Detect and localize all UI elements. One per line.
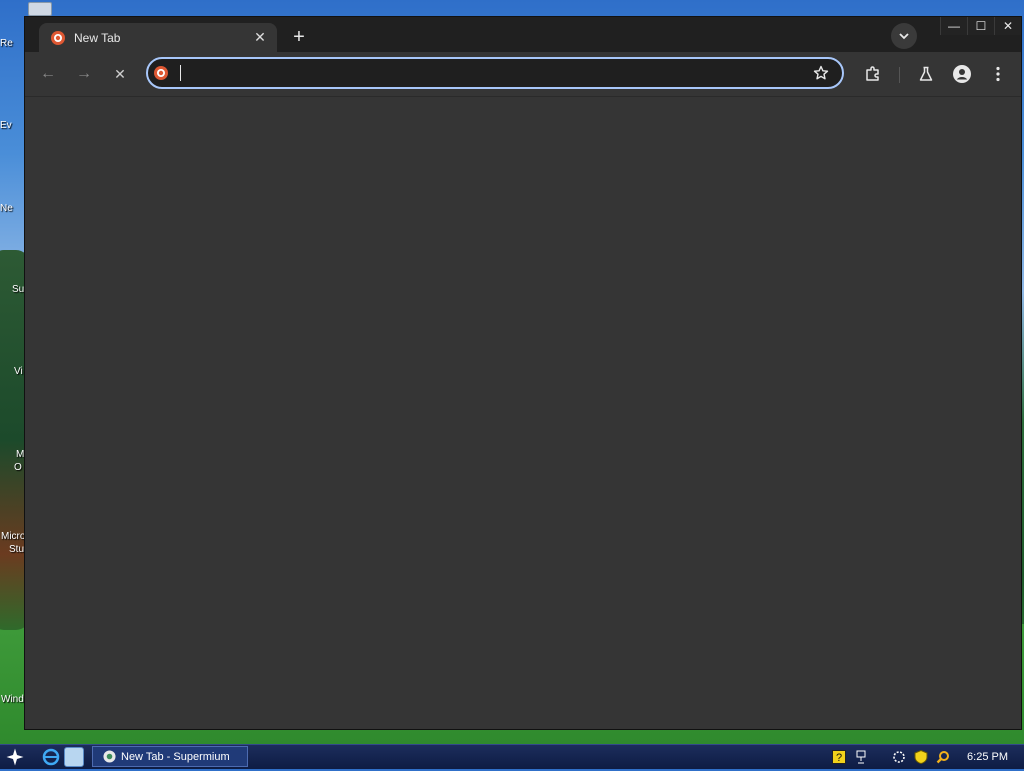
start-button[interactable] <box>0 745 30 769</box>
tab-search-button[interactable] <box>891 23 917 49</box>
tab-title: New Tab <box>74 30 121 45</box>
browser-window: New Tab ✕ + — ☐ ✕ ← → ✕ <box>24 16 1022 730</box>
svg-text:?: ? <box>836 752 842 764</box>
address-bar[interactable] <box>146 57 844 89</box>
security-shield-icon[interactable] <box>913 749 929 765</box>
network-icon[interactable] <box>853 749 869 765</box>
new-tab-button[interactable]: + <box>287 25 311 49</box>
tab-new-tab[interactable]: New Tab ✕ <box>39 23 277 52</box>
back-button[interactable]: ← <box>37 63 59 85</box>
tab-close-button[interactable]: ✕ <box>251 29 269 47</box>
avatar-icon <box>953 65 971 83</box>
star-icon <box>813 65 829 80</box>
flask-icon <box>919 66 933 81</box>
duckduckgo-icon <box>154 66 168 80</box>
magnifier-glyph <box>936 751 950 764</box>
recycle-bin-icon[interactable] <box>28 2 52 16</box>
taskbar-item-supermium[interactable]: New Tab - Supermium <box>92 746 248 767</box>
maximize-button[interactable]: ☐ <box>967 17 994 35</box>
profile-button[interactable] <box>950 62 974 86</box>
clock: 6:25 PM <box>967 751 1008 763</box>
help-glyph: ? <box>832 750 847 764</box>
start-star-icon <box>6 748 24 766</box>
search-icon[interactable] <box>935 749 951 765</box>
tab-strip: New Tab ✕ + — ☐ ✕ <box>25 17 1021 52</box>
system-tray: ? 6:25 PM <box>831 745 1024 769</box>
help-icon[interactable]: ? <box>831 749 847 765</box>
settings-icon[interactable] <box>891 749 907 765</box>
labs-button[interactable] <box>914 62 938 86</box>
desktop-icon-label[interactable]: Ne <box>0 203 26 214</box>
stop-button[interactable]: ✕ <box>109 63 131 85</box>
minimize-button[interactable]: — <box>940 17 967 35</box>
internet-explorer-icon[interactable] <box>42 748 60 766</box>
close-window-button[interactable]: ✕ <box>994 17 1021 35</box>
toolbar-separator <box>899 67 900 83</box>
extensions-button[interactable] <box>861 62 885 86</box>
supermium-icon <box>103 750 116 763</box>
ie-glyph <box>42 748 60 766</box>
taskbar: New Tab - Supermium ? 6:25 PM <box>0 744 1024 769</box>
window-controls: — ☐ ✕ <box>940 17 1021 37</box>
address-input[interactable] <box>178 60 808 86</box>
more-vert-icon <box>996 66 1000 82</box>
desktop-icon-label[interactable]: Re <box>0 38 26 49</box>
puzzle-icon <box>866 66 879 81</box>
browser-toolbar: ← → ✕ <box>25 52 1021 97</box>
shield-glyph <box>914 750 928 764</box>
taskbar-item-label: New Tab - Supermium <box>121 750 230 763</box>
menu-button[interactable] <box>986 62 1010 86</box>
bookmark-star-button[interactable] <box>808 60 834 86</box>
desktop-icon-label[interactable]: Ev <box>0 120 26 131</box>
page-content <box>25 97 1021 729</box>
forward-button[interactable]: → <box>73 63 95 85</box>
chevron-down-icon <box>899 33 909 40</box>
network-glyph <box>856 750 866 764</box>
show-desktop-icon[interactable] <box>64 747 84 767</box>
text-cursor <box>180 65 181 81</box>
duckduckgo-icon <box>51 30 65 45</box>
gear-glyph <box>893 751 905 763</box>
